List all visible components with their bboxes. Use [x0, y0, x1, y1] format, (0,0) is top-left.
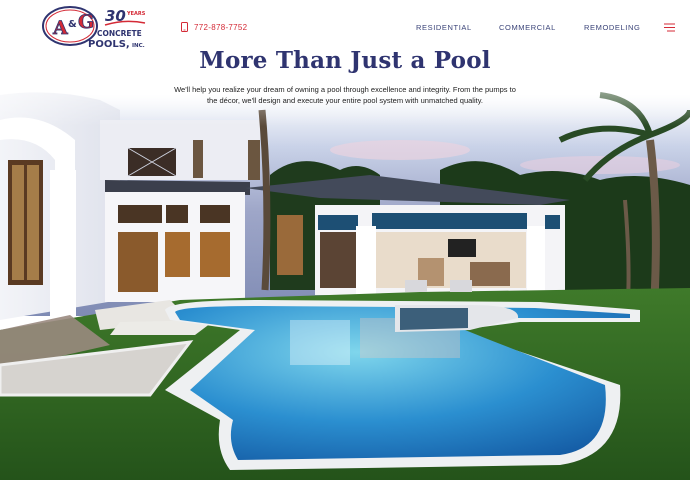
pool-hero-image	[0, 56, 690, 480]
svg-text:CONCRETE: CONCRETE	[97, 29, 142, 38]
svg-text:YEARS: YEARS	[126, 11, 146, 17]
svg-text:G: G	[78, 11, 94, 33]
mobile-phone-icon	[181, 22, 188, 32]
hero-title: More Than Just a Pool	[199, 47, 491, 74]
nav-residential[interactable]: RESIDENTIAL	[416, 23, 472, 32]
svg-text:&: &	[68, 19, 77, 30]
svg-text:A: A	[52, 17, 68, 39]
company-logo[interactable]: A & G 30 YEARS CONCRETE POOLS, INC.	[41, 5, 149, 49]
hero-description: We'll help you realize your dream of own…	[174, 85, 516, 105]
hamburger-menu-icon[interactable]	[664, 23, 675, 32]
phone-link[interactable]: 772-878-7752	[181, 22, 247, 32]
nav-remodeling[interactable]: REMODELING	[584, 23, 640, 32]
phone-number: 772-878-7752	[194, 22, 248, 32]
nav-commercial[interactable]: COMMERCIAL	[499, 23, 556, 32]
